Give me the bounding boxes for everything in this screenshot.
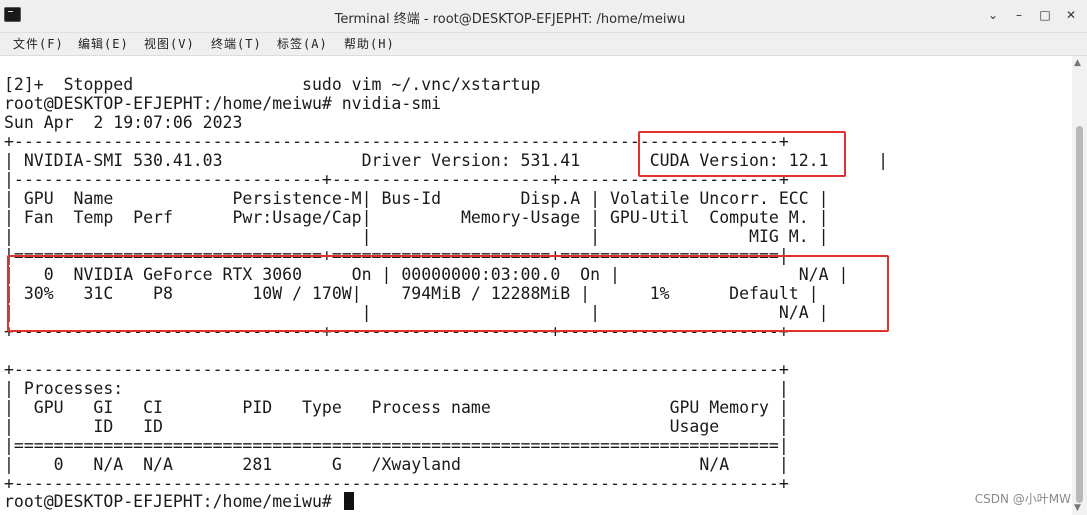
scrollbar[interactable]: ▲ ▼: [1072, 56, 1087, 515]
terminal-line: | Processes: |: [4, 379, 789, 398]
terminal-line: | 0 N/A N/A 281 G /Xwayland N/A |: [4, 455, 789, 474]
scrollbar-thumb[interactable]: [1076, 126, 1083, 503]
terminal-line: |=======================================…: [4, 436, 789, 455]
maximize-icon[interactable]: □: [1037, 6, 1053, 24]
gpu-row-highlight: [7, 255, 889, 332]
menu-edit[interactable]: 编辑(E): [78, 35, 129, 52]
close-icon[interactable]: ✕: [1063, 6, 1079, 24]
terminal-line: | Fan Temp Perf Pwr:Usage/Cap| Memory-Us…: [4, 208, 829, 227]
text-cursor: [343, 492, 354, 510]
scroll-down-icon[interactable]: ▼: [1074, 503, 1081, 513]
dropdown-icon[interactable]: ⌄: [985, 6, 1001, 24]
menu-bar: 文件(F) 编辑(E) 视图(V) 终端(T) 标签(A) 帮助(H): [0, 33, 1087, 56]
window-title: Terminal 终端 - root@DESKTOP-EFJEPHT: /hom…: [334, 12, 686, 27]
terminal-line: +---------------------------------------…: [4, 474, 789, 493]
prompt-line[interactable]: root@DESKTOP-EFJEPHT:/home/meiwu#: [4, 492, 354, 511]
terminal-line: +---------------------------------------…: [4, 360, 789, 379]
terminal-line: | GPU GI CI PID Type Process name GPU Me…: [4, 398, 789, 417]
menu-file[interactable]: 文件(F): [13, 35, 64, 52]
scroll-up-icon[interactable]: ▲: [1074, 58, 1081, 68]
terminal-line: | | | MIG M. |: [4, 227, 829, 246]
terminal-line: root@DESKTOP-EFJEPHT:/home/meiwu# nvidia…: [4, 94, 442, 113]
terminal-line: Sun Apr 2 19:07:06 2023: [4, 113, 243, 132]
menu-view[interactable]: 视图(V): [144, 35, 195, 52]
title-bar: Terminal 终端 - root@DESKTOP-EFJEPHT: /hom…: [0, 0, 1087, 33]
window-controls: ⌄ – □ ✕: [985, 6, 1079, 24]
terminal-line: | GPU Name Persistence-M| Bus-Id Disp.A …: [4, 189, 829, 208]
cuda-version-highlight: [638, 131, 846, 177]
minimize-icon[interactable]: –: [1011, 6, 1027, 24]
watermark: CSDN @小叶MW: [974, 492, 1071, 506]
menu-terminal[interactable]: 终端(T): [211, 35, 262, 52]
menu-tabs[interactable]: 标签(A): [277, 35, 328, 52]
menu-help[interactable]: 帮助(H): [344, 35, 395, 52]
terminal-line: | ID ID Usage |: [4, 417, 789, 436]
terminal-line: [2]+ Stopped sudo vim ~/.vnc/xstartup: [4, 75, 541, 94]
prompt-text: root@DESKTOP-EFJEPHT:/home/meiwu#: [4, 492, 342, 511]
